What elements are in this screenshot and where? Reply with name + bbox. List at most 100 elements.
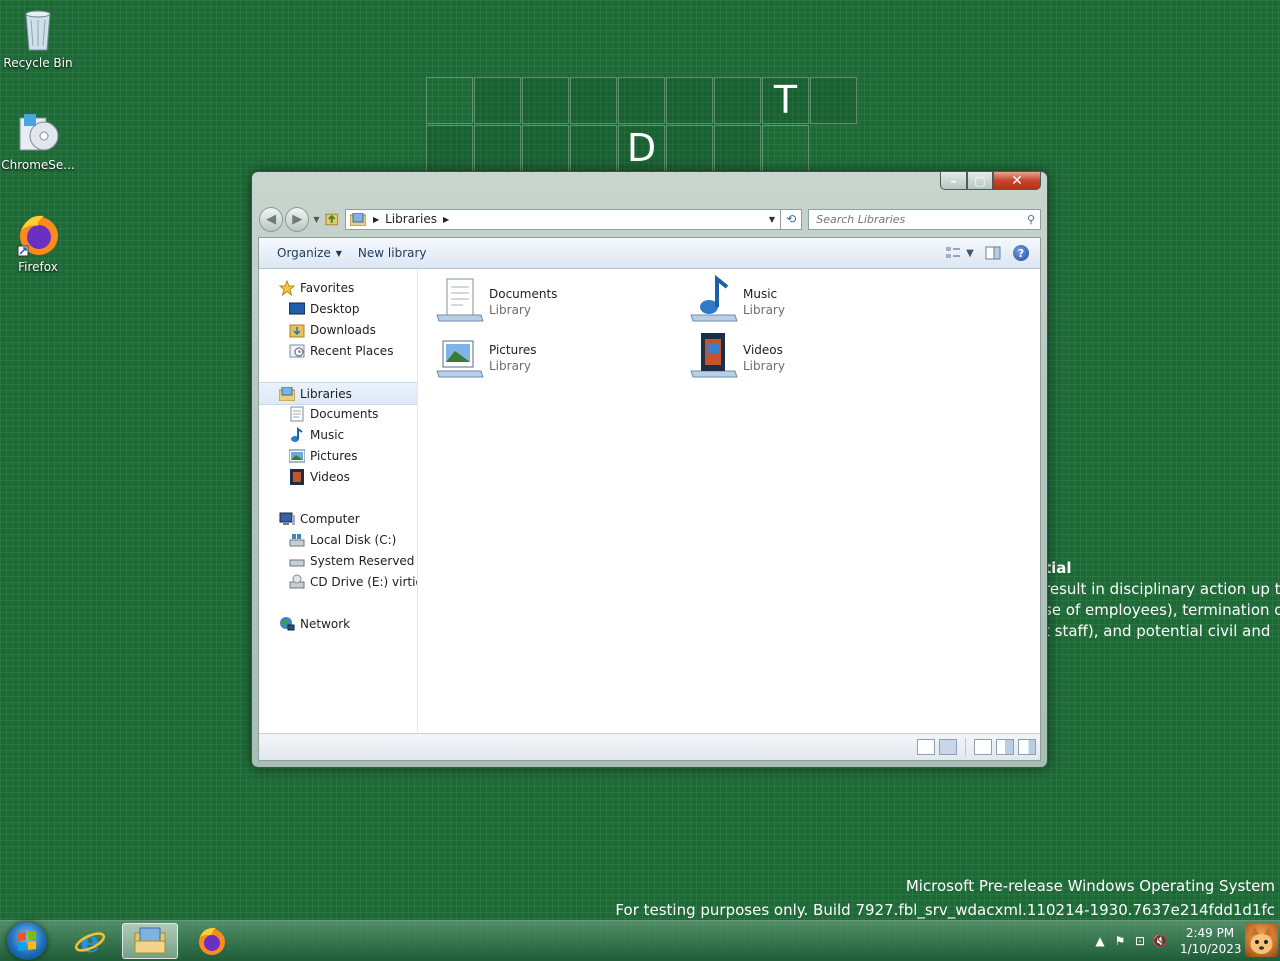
nav-item-local-disk[interactable]: Local Disk (C:) xyxy=(259,529,417,550)
board-cell xyxy=(714,77,761,124)
organize-button[interactable]: Organize ▼ xyxy=(269,243,350,263)
start-button[interactable] xyxy=(7,922,47,960)
nav-item-lib-documents[interactable]: Documents xyxy=(259,403,417,424)
pictures-icon xyxy=(289,448,305,464)
desktop-icon-chrome-setup[interactable]: ChromeSe... xyxy=(0,108,76,172)
preview-pane-button[interactable] xyxy=(982,243,1004,263)
clock[interactable]: 2:49 PM 1/10/2023 xyxy=(1180,925,1242,957)
chevron-down-icon: ▼ xyxy=(335,248,342,258)
maximize-icon: ▢ xyxy=(974,173,986,188)
details-view-icon[interactable] xyxy=(917,739,935,755)
close-icon: ✕ xyxy=(1011,172,1023,189)
videos-library-icon xyxy=(689,331,739,381)
minimize-button[interactable]: – xyxy=(940,171,967,190)
nav-item-favorites[interactable]: Favorites xyxy=(259,277,417,298)
firefox-icon xyxy=(199,927,225,955)
nav-item-recent-places[interactable]: Recent Places xyxy=(259,340,417,361)
recent-places-icon xyxy=(289,343,305,359)
item-name: Videos xyxy=(743,343,783,357)
nav-item-lib-music[interactable]: Music xyxy=(259,424,417,445)
item-name: Pictures xyxy=(489,343,537,357)
desktop-icon-recycle-bin[interactable]: Recycle Bin xyxy=(0,6,76,70)
library-item-documents[interactable]: Documents Library xyxy=(435,275,557,325)
firefox-icon xyxy=(14,210,62,258)
new-library-button[interactable]: New library xyxy=(350,243,435,263)
address-bar[interactable]: ▶ Libraries ▶ ▼ xyxy=(344,208,781,230)
library-item-music[interactable]: Music Library xyxy=(689,274,785,325)
library-item-videos[interactable]: Videos Library xyxy=(689,331,785,381)
nav-item-cd-drive[interactable]: CD Drive (E:) virtio-v xyxy=(259,571,417,592)
taskbar-firefox[interactable] xyxy=(184,923,240,959)
breadcrumb-arrow-icon[interactable]: ▶ xyxy=(373,215,379,224)
network-status-icon[interactable]: ⊡ xyxy=(1130,934,1150,948)
taskbar-windows-explorer[interactable] xyxy=(122,923,178,959)
explorer-window[interactable]: – ▢ ✕ ◀ ▶ ▼ ▶ Libraries ▶ ▼ ⟲ ⚲ Organize… xyxy=(251,171,1048,768)
tiles-view-icon[interactable] xyxy=(939,739,957,755)
navigation-bar: ◀ ▶ ▼ ▶ Libraries ▶ ▼ ⟲ ⚲ xyxy=(259,205,1041,233)
nav-label: Music xyxy=(310,427,345,442)
watermark-line: Microsoft Pre-release Windows Operating … xyxy=(905,877,1275,895)
watermark-line: For testing purposes only. Build 7927.fb… xyxy=(615,901,1275,919)
nav-item-desktop[interactable]: Desktop xyxy=(259,298,417,319)
board-letter: D xyxy=(626,126,657,170)
nav-item-libraries[interactable]: Libraries xyxy=(259,382,417,405)
nav-item-lib-pictures[interactable]: Pictures xyxy=(259,445,417,466)
taskbar-internet-explorer[interactable]: e xyxy=(62,923,118,959)
breadcrumb-arrow-icon[interactable]: ▶ xyxy=(443,215,449,224)
board-letter: T xyxy=(773,78,798,122)
network-icon xyxy=(279,616,295,632)
close-button[interactable]: ✕ xyxy=(993,171,1041,190)
nav-label: Favorites xyxy=(300,280,355,295)
board-cell xyxy=(426,77,473,124)
single-pane-icon[interactable] xyxy=(974,739,992,755)
breadcrumb-libraries[interactable]: Libraries xyxy=(385,212,437,226)
nav-item-lib-videos[interactable]: Videos xyxy=(259,466,417,487)
two-pane-icon[interactable] xyxy=(996,739,1014,755)
desktop-notice-text: tial result in disciplinary action up to… xyxy=(1044,558,1280,642)
help-button[interactable]: ? xyxy=(1010,243,1032,263)
desktop-icon-firefox[interactable]: Firefox xyxy=(0,210,76,274)
address-dropdown-icon[interactable]: ▼ xyxy=(764,215,780,224)
nav-label: Libraries xyxy=(300,386,352,401)
computer-icon xyxy=(279,511,295,527)
search-icon[interactable]: ⚲ xyxy=(1022,213,1040,226)
nav-item-computer[interactable]: Computer xyxy=(259,508,417,529)
item-type: Library xyxy=(489,359,531,373)
navigation-pane: Favorites Desktop Downloads Recent Place… xyxy=(259,269,418,733)
three-pane-icon[interactable] xyxy=(1018,739,1036,755)
search-input[interactable] xyxy=(816,212,1022,226)
desktop-icon-label: Recycle Bin xyxy=(3,56,73,70)
search-box[interactable]: ⚲ xyxy=(808,208,1041,230)
change-view-button[interactable] xyxy=(942,243,964,263)
desktop-icon xyxy=(289,301,305,317)
item-type: Library xyxy=(743,303,785,317)
library-item-pictures[interactable]: Pictures Library xyxy=(435,331,537,381)
show-desktop-button[interactable] xyxy=(1244,921,1280,961)
desktop-icon-label: Firefox xyxy=(18,260,58,274)
action-center-flag-icon[interactable]: ⚑ xyxy=(1110,934,1130,948)
view-options-icon xyxy=(946,247,960,258)
refresh-button[interactable]: ⟲ xyxy=(780,208,803,230)
documents-icon xyxy=(289,406,305,422)
music-library-icon xyxy=(689,274,739,325)
nav-label: Desktop xyxy=(310,301,360,316)
new-library-label: New library xyxy=(357,246,427,260)
nav-label: Documents xyxy=(310,406,379,421)
board-cell xyxy=(474,125,521,172)
item-type: Library xyxy=(489,303,531,317)
user-avatar-icon xyxy=(1245,924,1278,957)
show-hidden-icons-icon[interactable]: ▲ xyxy=(1090,934,1110,948)
maximize-button[interactable]: ▢ xyxy=(967,171,993,190)
nav-item-network[interactable]: Network xyxy=(259,613,417,634)
file-list: Documents Library Music Library Pictures Li… xyxy=(418,269,1040,733)
recent-pages-dropdown[interactable]: ▼ xyxy=(313,215,319,224)
library-up-icon[interactable] xyxy=(324,211,339,227)
volume-muted-icon[interactable]: 🔇 xyxy=(1150,934,1170,948)
preview-pane-icon xyxy=(985,246,1001,260)
view-dropdown-button[interactable]: ▼ xyxy=(964,243,976,263)
nav-label: Pictures xyxy=(310,448,358,463)
nav-item-system-reserved[interactable]: System Reserved (D: xyxy=(259,550,417,571)
back-button[interactable]: ◀ xyxy=(259,206,284,232)
nav-item-downloads[interactable]: Downloads xyxy=(259,319,417,340)
forward-button[interactable]: ▶ xyxy=(285,206,310,232)
